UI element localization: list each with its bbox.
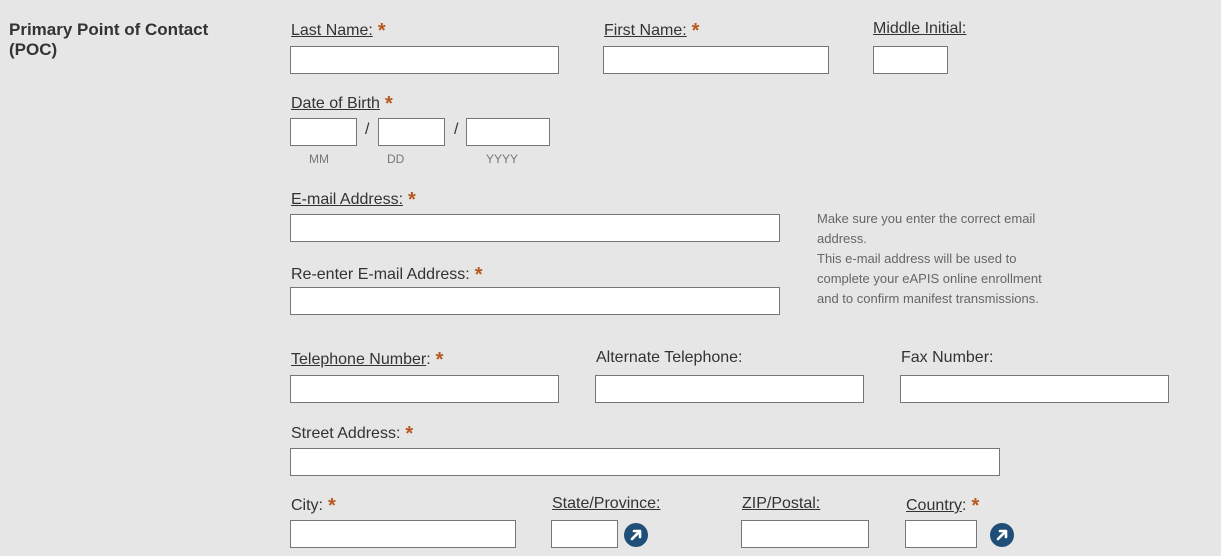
email-confirm-label-text: Re-enter E-mail Address: bbox=[291, 266, 470, 283]
alt-telephone-label: Alternate Telephone: bbox=[596, 348, 742, 368]
first-name-input[interactable] bbox=[603, 46, 829, 74]
middle-initial-label-text: Middle Initial: bbox=[873, 20, 967, 37]
alt-telephone-label-text: Alternate Telephone: bbox=[596, 349, 743, 366]
street-address-input[interactable] bbox=[290, 448, 1000, 476]
label-colon: : bbox=[426, 351, 431, 368]
dob-month-input[interactable] bbox=[290, 118, 357, 146]
dob-day-hint: DD bbox=[387, 152, 405, 166]
alt-telephone-input[interactable] bbox=[595, 375, 864, 403]
dob-day-input[interactable] bbox=[378, 118, 445, 146]
city-label-text: City: bbox=[291, 497, 323, 514]
first-name-label: First Name: * bbox=[604, 19, 699, 41]
label-colon: : bbox=[962, 497, 967, 514]
dob-label-text: Date of Birth bbox=[291, 95, 380, 112]
state-input[interactable] bbox=[551, 520, 618, 548]
arrow-lookup-icon bbox=[996, 529, 1008, 541]
required-marker: * bbox=[384, 93, 393, 115]
middle-initial-label: Middle Initial: bbox=[873, 19, 966, 39]
first-name-label-text: First Name: bbox=[604, 22, 687, 39]
arrow-lookup-icon bbox=[630, 529, 642, 541]
section-title: Primary Point of Contact (POC) bbox=[9, 20, 209, 59]
last-name-label-text: Last Name: bbox=[291, 22, 373, 39]
email-help-line: Make sure you enter the correct email bbox=[817, 211, 1036, 226]
date-separator: / bbox=[365, 121, 370, 138]
telephone-input[interactable] bbox=[290, 375, 559, 403]
email-help-line: address. bbox=[817, 231, 867, 246]
fax-label-text: Fax Number: bbox=[901, 349, 994, 366]
country-input[interactable] bbox=[905, 520, 977, 548]
dob-year-hint: YYYY bbox=[486, 152, 519, 166]
street-label-text: Street Address: bbox=[291, 425, 401, 442]
email-help-line: complete your eAPIS online enrollment bbox=[817, 271, 1042, 286]
required-marker: * bbox=[377, 20, 386, 42]
last-name-input[interactable] bbox=[290, 46, 559, 74]
state-lookup-icon[interactable] bbox=[624, 523, 648, 547]
dob-year-input[interactable] bbox=[466, 118, 550, 146]
city-input[interactable] bbox=[290, 520, 516, 548]
city-label: City: * bbox=[291, 494, 336, 516]
required-marker: * bbox=[408, 189, 416, 211]
middle-initial-input[interactable] bbox=[873, 46, 948, 74]
telephone-label-text: Telephone Number bbox=[291, 351, 427, 368]
country-lookup-icon[interactable] bbox=[990, 523, 1014, 547]
email-help-line: This e-mail address will be used to bbox=[817, 251, 1017, 266]
required-marker: * bbox=[474, 264, 483, 286]
email-confirm-input[interactable] bbox=[290, 287, 780, 315]
country-label-text: Country bbox=[906, 497, 963, 514]
email-label: E-mail Address: * bbox=[291, 188, 416, 210]
fax-label: Fax Number: bbox=[901, 348, 993, 368]
required-marker: * bbox=[328, 495, 336, 517]
dob-label: Date of Birth * bbox=[291, 92, 393, 114]
state-label-text: State/Province: bbox=[552, 495, 661, 512]
required-marker: * bbox=[971, 495, 980, 517]
email-label-text: E-mail Address: bbox=[291, 191, 404, 208]
state-label: State/Province: bbox=[552, 494, 661, 514]
zip-label: ZIP/Postal: bbox=[742, 494, 820, 514]
required-marker: * bbox=[405, 423, 414, 445]
required-marker: * bbox=[691, 20, 700, 42]
date-separator: / bbox=[454, 121, 459, 138]
zip-input[interactable] bbox=[741, 520, 869, 548]
country-label: Country: * bbox=[906, 494, 979, 516]
last-name-label: Last Name: * bbox=[291, 19, 386, 41]
street-label: Street Address: * bbox=[291, 422, 413, 444]
fax-input[interactable] bbox=[900, 375, 1169, 403]
dob-month-hint: MM bbox=[309, 152, 329, 166]
email-input[interactable] bbox=[290, 214, 780, 242]
zip-label-text: ZIP/Postal: bbox=[742, 495, 821, 512]
email-confirm-label: Re-enter E-mail Address: * bbox=[291, 263, 483, 285]
email-help-line: and to confirm manifest transmissions. bbox=[817, 291, 1039, 306]
telephone-label: Telephone Number: * bbox=[291, 348, 443, 370]
email-help-note: Make sure you enter the correct email ad… bbox=[817, 209, 1167, 309]
required-marker: * bbox=[435, 349, 444, 371]
